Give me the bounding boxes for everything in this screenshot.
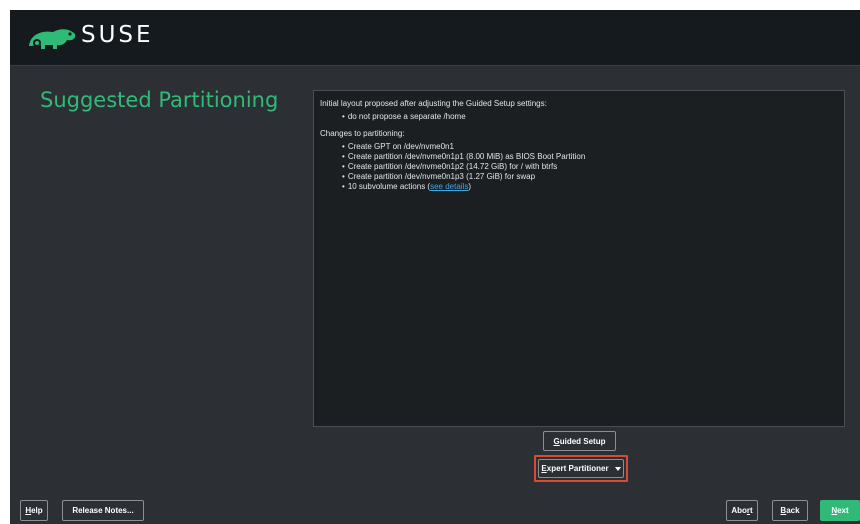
settings-list: do not propose a separate /home	[342, 112, 838, 122]
help-label: elp	[31, 506, 43, 515]
release-notes-button[interactable]: Release Notes...	[62, 500, 144, 521]
back-label: ack	[786, 506, 800, 515]
change-item: Create GPT on /dev/nvme0n1	[342, 142, 838, 152]
summary-intro: Initial layout proposed after adjusting …	[320, 99, 547, 108]
abort-label-pre: Abo	[731, 506, 747, 515]
change-item: Create partition /dev/nvme0n1p1 (8.00 Mi…	[342, 152, 838, 162]
caret-down-icon	[614, 466, 621, 471]
abort-label-post: t	[750, 506, 753, 515]
abort-button[interactable]: Abort	[726, 500, 758, 521]
back-button[interactable]: Back	[772, 500, 808, 521]
subvolume-text: 10 subvolume actions (	[347, 182, 431, 191]
guided-setup-button[interactable]: Guided Setup	[543, 431, 616, 451]
guided-setup-label: uided Setup	[559, 436, 606, 446]
see-details-link[interactable]: see details	[430, 182, 468, 191]
expert-partitioner-menu-button[interactable]: Expert Partitioner	[538, 459, 624, 478]
page-title: Suggested Partitioning	[40, 88, 279, 112]
next-button[interactable]: Next	[820, 500, 860, 521]
header-bar: SUSE	[10, 10, 860, 66]
expert-partitioner-label: xpert Partitioner	[546, 464, 609, 473]
change-item: Create partition /dev/nvme0n1p3 (1.27 Gi…	[342, 172, 838, 182]
change-item: Create partition /dev/nvme0n1p2 (14.72 G…	[342, 162, 838, 172]
change-item-subvolumes: 10 subvolume actions (see details)	[342, 182, 838, 192]
suse-logo-icon	[29, 29, 76, 49]
release-notes-label: Release Notes...	[72, 506, 134, 515]
changes-list: Create GPT on /dev/nvme0n1 Create partit…	[342, 142, 838, 192]
help-button[interactable]: Help	[20, 500, 48, 521]
next-label: ext	[837, 506, 849, 515]
proposal-summary: Initial layout proposed after adjusting …	[313, 90, 845, 427]
installer-window: SUSE Suggested Partitioning Initial layo…	[10, 10, 860, 524]
brand-name: SUSE	[81, 22, 154, 48]
changes-heading: Changes to partitioning:	[320, 129, 405, 138]
subvolume-text-end: )	[468, 182, 471, 191]
settings-item: do not propose a separate /home	[342, 112, 838, 122]
